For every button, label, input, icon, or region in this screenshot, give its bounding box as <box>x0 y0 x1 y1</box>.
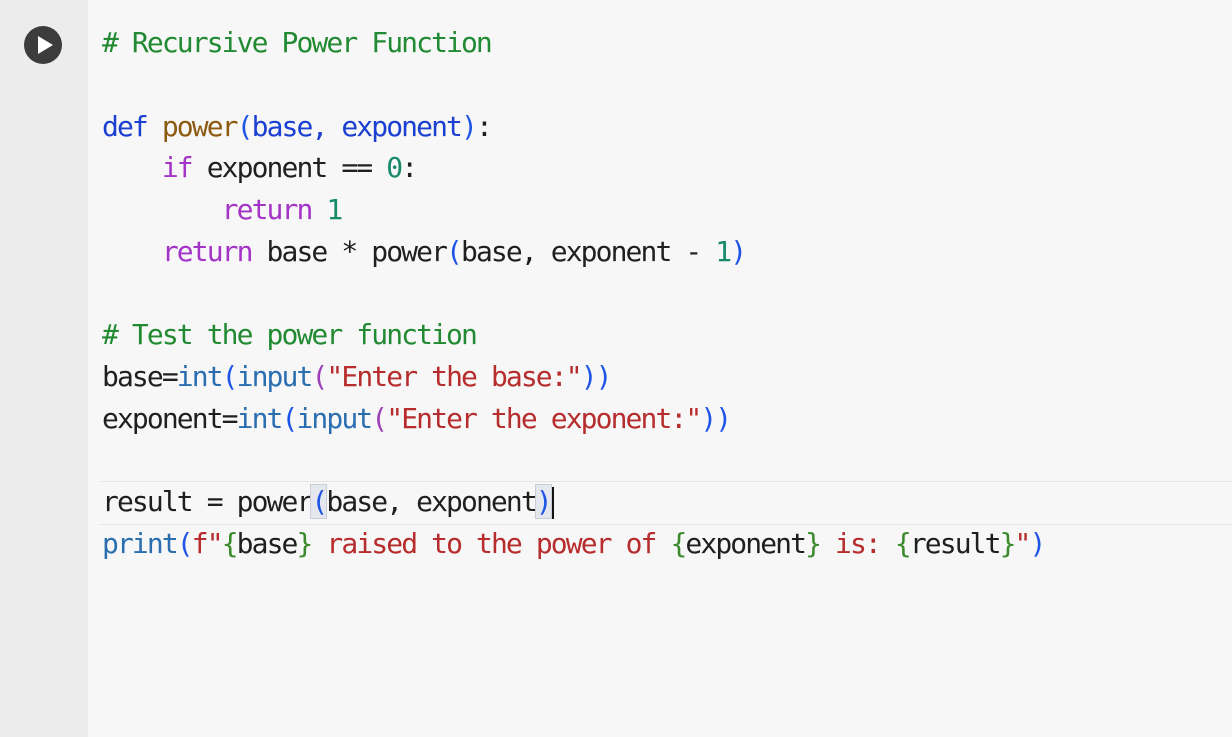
matched-bracket-close: ) <box>534 484 553 519</box>
code-line-1: # Recursive Power Function <box>102 22 493 64</box>
builtin-token: print <box>102 527 179 560</box>
builtin-token: input <box>236 360 314 393</box>
code-line-8: # Test the power function <box>102 314 478 356</box>
code-cell[interactable]: # Recursive Power Function def power(bas… <box>0 0 1232 737</box>
code-line-6: return base * power(base, exponent - 1) <box>161 235 747 268</box>
code-line-9: base=int(input("Enter the base:")) <box>102 360 613 393</box>
text-cursor <box>551 487 554 519</box>
keyword-token: if <box>161 151 194 184</box>
cell-gutter <box>0 0 89 737</box>
string-token: "Enter the base:" <box>326 360 582 393</box>
parameters-token: base, exponent <box>251 110 463 143</box>
matched-bracket-open: ( <box>310 484 328 519</box>
code-line-5: return 1 <box>102 189 344 231</box>
builtin-token: int <box>176 360 224 393</box>
code-line-3: def power(base, exponent): <box>102 110 493 143</box>
builtin-token: int <box>236 402 284 435</box>
keyword-token: return <box>221 193 314 226</box>
comment-token: # Recursive Power Function <box>102 26 493 59</box>
function-name-token: power <box>161 110 239 143</box>
string-token: "Enter the exponent:" <box>386 402 702 435</box>
comment-token: # Test the power function <box>102 318 478 351</box>
number-token: 1 <box>715 235 732 268</box>
keyword-token: def <box>102 110 149 143</box>
run-cell-button[interactable] <box>24 26 62 64</box>
code-editor[interactable]: # Recursive Power Function def power(bas… <box>88 0 1232 737</box>
number-token: 1 <box>326 193 343 226</box>
number-token: 0 <box>386 151 403 184</box>
code-line-12: result = power(base, exponent) <box>102 481 554 523</box>
code-line-13: print(f"{base} raised to the power of {e… <box>102 527 1046 560</box>
code-line-4: if exponent == 0: <box>161 151 418 184</box>
builtin-token: input <box>296 402 373 435</box>
play-icon <box>38 36 53 54</box>
keyword-token: return <box>161 235 254 268</box>
code-line-10: exponent=int(input("Enter the exponent:"… <box>102 402 732 435</box>
